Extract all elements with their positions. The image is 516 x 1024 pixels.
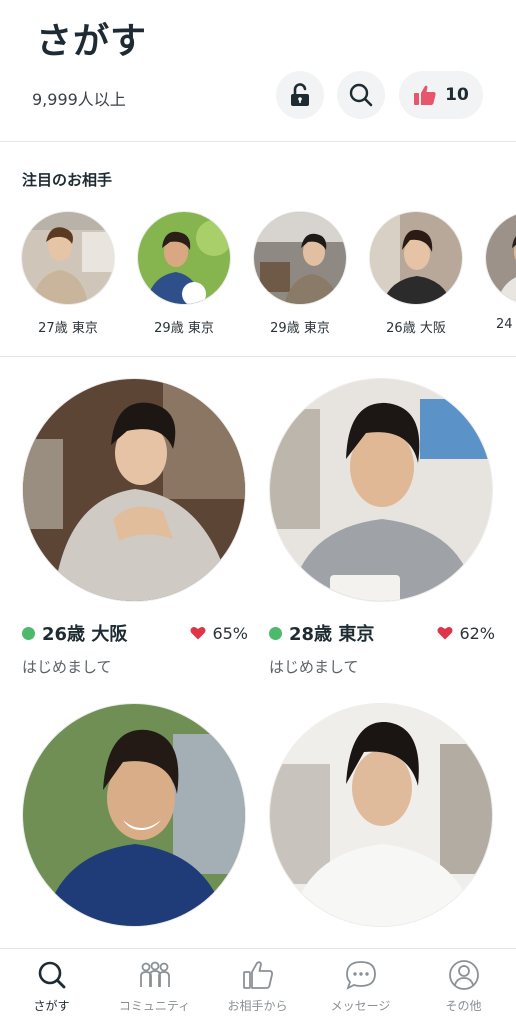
tab-search[interactable]: さがす [0,949,103,1024]
thumbs-up-icon [414,85,436,105]
tab-community[interactable]: コミュニティ [103,949,206,1024]
greeting-text: はじめまして [22,658,112,676]
thumbs-up-icon [242,961,273,989]
search-icon [349,83,373,107]
tab-label: その他 [445,999,482,1013]
lock-icon [291,83,309,106]
featured-title: 注目のお相手 [22,171,113,189]
result-count: 9,999人以上 [32,90,126,109]
profile-card[interactable] [22,703,248,927]
online-status-dot [269,626,282,640]
search-button[interactable] [337,71,385,119]
profile-icon [448,960,479,990]
avatar [485,211,516,305]
message-icon [345,961,376,990]
heart-icon [190,626,206,640]
tab-messages[interactable]: メッセージ [309,949,412,1024]
featured-section: 注目のお相手 27歳 東京 29歳 東京 29歳 東京 26歳 大阪 24 [0,143,516,357]
featured-item[interactable]: 24 [482,211,516,332]
tab-likes-received[interactable]: お相手から [206,949,309,1024]
avatar [137,211,231,305]
tab-label: さがす [33,999,70,1013]
heart-icon [437,626,453,640]
featured-item[interactable]: 29歳 東京 [134,211,234,336]
avatar [253,211,347,305]
age-location: 26歳 大阪 [42,624,128,645]
featured-label: 26歳 大阪 [386,321,446,336]
profile-photo [269,378,493,602]
profile-card[interactable] [269,703,495,927]
search-icon [38,961,65,989]
featured-item[interactable]: 29歳 東京 [250,211,350,336]
avatar [369,211,463,305]
community-icon [139,961,170,987]
featured-label: 29歳 東京 [270,321,330,336]
featured-label: 27歳 東京 [38,321,98,336]
profile-card[interactable]: 28歳 東京 62% はじめまして [269,378,495,677]
match-percentage: 65% [212,623,248,643]
like-count: 10 [445,85,469,105]
avatar [21,211,115,305]
match-percentage: 62% [459,623,495,643]
featured-item[interactable]: 27歳 東京 [18,211,118,336]
featured-item[interactable]: 26歳 大阪 [366,211,466,336]
greeting-text: はじめまして [269,658,359,676]
profile-photo [269,703,493,927]
online-status-dot [22,626,35,640]
bottom-tab-bar: さがす コミュニティ お相手から メッセージ その他 [0,948,516,1024]
page-title: さがす [36,21,148,62]
tab-label: コミュニティ [118,999,191,1013]
profile-photo [22,703,246,927]
tab-other[interactable]: その他 [412,949,515,1024]
lock-button[interactable] [276,71,324,119]
featured-label: 24 [496,317,513,332]
profile-card[interactable]: 26歳 大阪 65% はじめまして [22,378,248,677]
featured-label: 29歳 東京 [154,321,214,336]
tab-label: お相手から [227,999,288,1013]
likes-button[interactable]: 10 [399,71,483,119]
age-location: 28歳 東京 [289,624,375,645]
tab-label: メッセージ [330,999,391,1013]
profile-photo [22,378,246,602]
header: さがす 9,999人以上 10 [0,0,516,142]
